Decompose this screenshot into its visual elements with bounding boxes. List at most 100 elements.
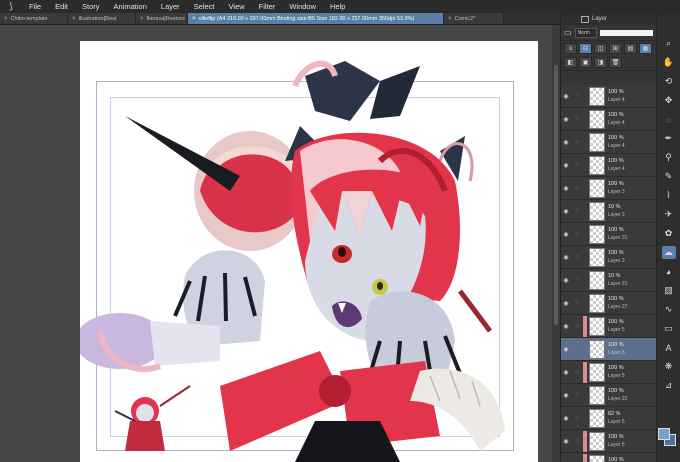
layer-name[interactable]: Layer 5 (608, 349, 625, 357)
layer-name[interactable]: Layer 31 (608, 234, 627, 242)
main-color[interactable] (658, 428, 670, 440)
layer-thumbnail[interactable] (589, 109, 605, 129)
layer-row[interactable]: ◉ ○ 100 % Layer 4 (561, 131, 657, 154)
layer-row[interactable]: ◉○100 %Layer 5 (561, 430, 657, 453)
close-icon[interactable]: × (72, 16, 76, 22)
ruler-icon[interactable]: ⊿ (662, 379, 676, 392)
close-icon[interactable]: × (448, 16, 452, 22)
fill-icon[interactable]: ◕ (662, 265, 676, 278)
close-icon[interactable]: × (4, 16, 8, 22)
visibility-eye-icon[interactable]: ◉ (561, 185, 571, 192)
new-mask-icon[interactable]: ◨ (594, 56, 607, 68)
visibility-eye-icon[interactable]: ◉ (561, 438, 571, 445)
visibility-eye-icon[interactable]: ◉ (561, 323, 571, 330)
new-vector-layer-icon[interactable]: ◧ (564, 56, 577, 68)
blend-mode-select[interactable]: Norm (574, 27, 597, 38)
layer-thumbnail[interactable] (589, 362, 605, 382)
new-raster-layer-icon[interactable]: ▦ (639, 43, 652, 54)
layer-thumbnail[interactable] (589, 155, 605, 175)
layer-row[interactable]: ◉ ○ 62 % Layer 5 (561, 407, 657, 430)
layer-lock-icon[interactable]: ○ (571, 208, 583, 214)
visibility-eye-icon[interactable]: ◉ (561, 277, 571, 284)
layer-row[interactable]: ◉ ○ 100 % Layer 3 (561, 246, 657, 269)
menu-select[interactable]: Select (187, 0, 222, 13)
layer-thumbnail[interactable] (589, 408, 605, 428)
eyedropper-icon[interactable]: ⚲ (662, 151, 676, 164)
layer-list[interactable]: ◉ ○ 100 % Layer 4 ◉ ○ 100 % Layer 4 ◉ ○ 100 % Layer… (561, 85, 657, 462)
layer-name[interactable]: Layer 4 (608, 96, 625, 104)
menu-help[interactable]: Help (323, 0, 352, 13)
visibility-eye-icon[interactable]: ◉ (561, 415, 571, 422)
layer-thumbnail[interactable] (589, 132, 605, 152)
brush-icon[interactable]: ⌇ (662, 189, 676, 202)
visibility-eye-icon[interactable]: ◉ (561, 139, 571, 146)
layer-lock-icon[interactable]: ○ (571, 162, 583, 168)
layer-lock-icon[interactable]: ○ (571, 300, 583, 306)
mask-icon[interactable]: ▤ (624, 43, 637, 54)
canvas-area[interactable] (0, 25, 560, 462)
menu-animation[interactable]: Animation (107, 0, 154, 13)
layer-row[interactable]: ◉ ○ 100 % Layer 4 (561, 85, 657, 108)
tab-chibo-template[interactable]: × Chibo template (0, 13, 68, 24)
layer-lock-icon[interactable]: ○ (571, 346, 583, 352)
layer-options-icon[interactable]: ▭ (564, 28, 572, 37)
layer-thumbnail[interactable] (589, 86, 605, 106)
scrollbar-thumb[interactable] (554, 65, 558, 325)
visibility-eye-icon[interactable]: ◉ (561, 116, 571, 123)
frame-icon[interactable]: ▭ (662, 322, 676, 335)
layer-row[interactable]: ◉○100 %Layer 5 (561, 338, 657, 361)
menu-window[interactable]: Window (282, 0, 323, 13)
gradient-icon[interactable]: ▨ (662, 284, 676, 297)
layer-row[interactable]: ◉ ○ 100 % Layer 3 (561, 177, 657, 200)
layer-name[interactable]: Layer 4 (608, 142, 625, 150)
visibility-eye-icon[interactable]: ◉ (561, 231, 571, 238)
text-icon[interactable]: A (662, 341, 676, 354)
close-icon[interactable]: × (192, 16, 196, 22)
balloon-icon[interactable]: ❋ (662, 360, 676, 373)
lasso-icon[interactable]: ◌ (662, 113, 676, 126)
tab-flanava[interactable]: × flanava[Restore (136, 13, 188, 24)
layer-thumbnail[interactable] (589, 270, 605, 290)
tab-ollieflip[interactable]: × ollieflip (A4 210.00 x 297.00mm Bindin… (188, 13, 444, 24)
color-swatch[interactable] (658, 428, 676, 458)
visibility-eye-icon[interactable]: ◉ (561, 369, 571, 376)
visibility-eye-icon[interactable]: ◉ (561, 254, 571, 261)
layer-lock-icon[interactable]: ○ (571, 254, 583, 260)
layer-thumbnail[interactable] (589, 454, 605, 462)
layer-lock-icon[interactable]: ○ (571, 231, 583, 237)
layer-thumbnail[interactable] (589, 293, 605, 313)
layer-name[interactable]: Layer 5 (608, 372, 625, 380)
visibility-eye-icon[interactable]: ◉ (561, 346, 571, 353)
layer-name[interactable]: Layer 3 (608, 257, 625, 265)
layer-lock-icon[interactable]: ○ (571, 438, 583, 444)
visibility-eye-icon[interactable]: ◉ (561, 208, 571, 215)
layer-name[interactable]: Layer 21 (608, 280, 627, 288)
layer-name[interactable]: Layer 3 (608, 211, 625, 219)
layer-row[interactable]: ◉ ○ 10 % Layer 3 (561, 200, 657, 223)
menu-layer[interactable]: Layer (154, 0, 187, 13)
airbrush-icon[interactable]: ✈ (662, 208, 676, 221)
tab-comic2[interactable]: × Comic2* (444, 13, 504, 24)
layer-lock-icon[interactable]: ○ (571, 415, 583, 421)
layer-row[interactable]: ◉ ○ 100 % Layer 4 (561, 154, 657, 177)
layer-lock-icon[interactable]: ○ (571, 392, 583, 398)
layer-row[interactable]: ◉ ○ 100 % Layer 27 (561, 292, 657, 315)
visibility-eye-icon[interactable]: ◉ (561, 300, 571, 307)
layer-opacity-slider[interactable] (599, 29, 653, 36)
layer-name[interactable]: Layer 5 (608, 418, 625, 426)
menu-edit[interactable]: Edit (48, 0, 75, 13)
layer-lock-icon[interactable]: ○ (571, 323, 583, 329)
visibility-eye-icon[interactable]: ◉ (561, 162, 571, 169)
layer-row[interactable]: ◉○100 %Layer 5 (561, 315, 657, 338)
layer-name[interactable]: Layer 5 (608, 441, 625, 449)
layer-row[interactable]: ◉○100 %Layer 5 (561, 453, 657, 462)
blend-icon[interactable]: ☁ (661, 246, 676, 259)
pencil-icon[interactable]: ✎ (662, 170, 676, 183)
move-icon[interactable]: ✥ (662, 94, 676, 107)
layer-name[interactable]: Layer 3 (608, 188, 625, 196)
visibility-eye-icon[interactable]: ◉ (561, 93, 571, 100)
layer-menu-icon[interactable]: ≡ (564, 43, 577, 54)
lock-transparent-icon[interactable]: ⊞ (609, 43, 622, 54)
layer-thumbnail[interactable] (589, 247, 605, 267)
visibility-eye-icon[interactable]: ◉ (561, 392, 571, 399)
